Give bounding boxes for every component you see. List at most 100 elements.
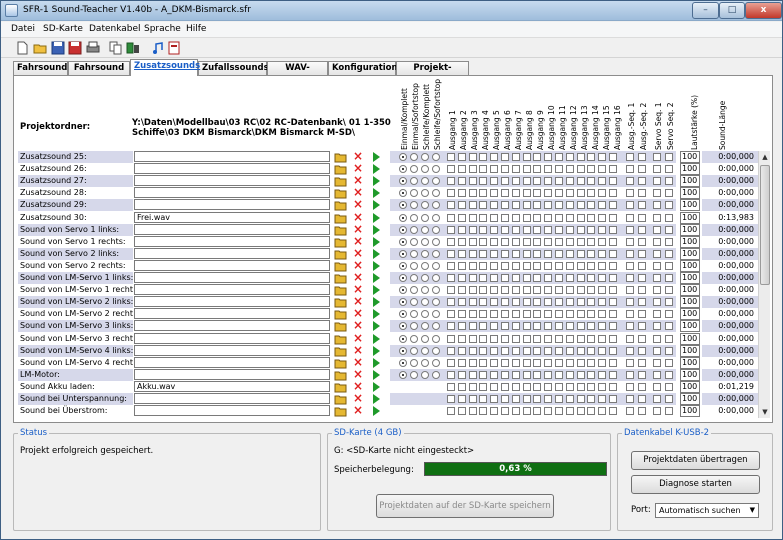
play-mode-radio[interactable] [432, 165, 440, 174]
output-checkbox[interactable] [457, 261, 466, 270]
output-checkbox[interactable] [490, 165, 499, 174]
output-checkbox[interactable] [544, 346, 553, 355]
sound-file-input[interactable] [134, 344, 330, 356]
play-icon[interactable] [370, 333, 382, 345]
output-checkbox[interactable] [511, 201, 520, 210]
volume-input[interactable]: 100 [680, 393, 700, 405]
output-checkbox[interactable] [555, 201, 563, 210]
volume-input[interactable]: 100 [680, 223, 700, 236]
output-checkbox[interactable] [609, 201, 617, 210]
output-checkbox[interactable] [511, 334, 520, 343]
output-checkbox[interactable] [576, 395, 585, 403]
output-checkbox[interactable] [565, 322, 574, 331]
output-checkbox[interactable] [576, 189, 585, 198]
open-folder-icon[interactable] [334, 345, 347, 357]
output-checkbox[interactable] [457, 237, 466, 246]
output-checkbox[interactable] [479, 382, 488, 391]
output-seq-checkbox[interactable] [638, 237, 646, 246]
output-checkbox[interactable] [511, 213, 520, 222]
output-checkbox[interactable] [533, 274, 542, 282]
scroll-up-arrow-icon[interactable]: ▲ [759, 151, 771, 163]
servo-seq-checkbox[interactable] [665, 298, 673, 307]
output-checkbox[interactable] [468, 189, 477, 198]
output-checkbox[interactable] [576, 310, 585, 319]
play-mode-radio[interactable] [421, 249, 429, 258]
output-checkbox[interactable] [555, 153, 563, 161]
output-checkbox[interactable] [501, 274, 509, 282]
output-checkbox[interactable] [587, 286, 596, 295]
servo-seq-checkbox[interactable] [653, 249, 661, 258]
play-mode-radio[interactable] [432, 249, 440, 258]
output-checkbox[interactable] [533, 395, 542, 403]
output-checkbox[interactable] [490, 201, 499, 210]
play-mode-radio[interactable] [410, 237, 418, 246]
output-checkbox[interactable] [490, 189, 499, 198]
output-checkbox[interactable] [544, 177, 553, 186]
output-checkbox[interactable] [576, 165, 585, 174]
servo-seq-checkbox[interactable] [665, 286, 673, 295]
open-folder-icon[interactable] [334, 333, 347, 345]
play-mode-radio[interactable] [410, 261, 418, 270]
output-checkbox[interactable] [490, 237, 499, 246]
output-checkbox[interactable] [457, 225, 466, 234]
output-checkbox[interactable] [555, 261, 563, 270]
output-checkbox[interactable] [609, 286, 617, 295]
output-checkbox[interactable] [587, 298, 596, 307]
output-checkbox[interactable] [490, 177, 499, 186]
play-mode-radio[interactable] [421, 358, 429, 367]
servo-seq-checkbox[interactable] [653, 334, 661, 343]
output-checkbox[interactable] [533, 249, 542, 258]
servo-seq-checkbox[interactable] [653, 213, 661, 222]
output-checkbox[interactable] [565, 201, 574, 210]
output-seq-checkbox[interactable] [626, 249, 634, 258]
output-checkbox[interactable] [457, 310, 466, 319]
servo-seq-checkbox[interactable] [665, 395, 673, 403]
output-checkbox[interactable] [511, 249, 520, 258]
output-checkbox[interactable] [609, 310, 617, 319]
output-checkbox[interactable] [501, 310, 509, 319]
volume-input[interactable]: 100 [680, 332, 700, 345]
output-checkbox[interactable] [457, 201, 466, 210]
output-checkbox[interactable] [533, 310, 542, 319]
play-mode-radio[interactable] [410, 189, 418, 198]
output-checkbox[interactable] [511, 358, 520, 367]
servo-seq-checkbox[interactable] [653, 189, 661, 198]
output-checkbox[interactable] [447, 213, 455, 222]
output-checkbox[interactable] [511, 286, 520, 295]
servo-seq-checkbox[interactable] [653, 261, 661, 270]
servo-seq-checkbox[interactable] [653, 358, 661, 367]
play-mode-radio[interactable] [421, 189, 429, 198]
title-bar[interactable]: SFR-1 Sound-Teacher V1.40b - A_DKM-Bisma… [1, 1, 782, 21]
output-checkbox[interactable] [609, 346, 617, 355]
output-checkbox[interactable] [490, 286, 499, 295]
play-mode-radio[interactable] [399, 177, 407, 186]
play-icon[interactable] [370, 345, 382, 357]
output-seq-checkbox[interactable] [638, 274, 646, 282]
output-checkbox[interactable] [533, 225, 542, 234]
output-checkbox[interactable] [501, 237, 509, 246]
output-checkbox[interactable] [587, 358, 596, 367]
maximize-button[interactable]: □ [719, 2, 745, 19]
output-checkbox[interactable] [490, 382, 499, 391]
servo-seq-checkbox[interactable] [665, 201, 673, 210]
servo-seq-checkbox[interactable] [665, 165, 673, 174]
output-checkbox[interactable] [522, 177, 531, 186]
output-checkbox[interactable] [468, 322, 477, 331]
play-mode-radio[interactable] [421, 213, 429, 222]
output-seq-checkbox[interactable] [626, 189, 634, 198]
output-checkbox[interactable] [490, 153, 499, 161]
open-folder-icon[interactable] [334, 308, 347, 320]
play-mode-radio[interactable] [421, 225, 429, 234]
output-checkbox[interactable] [468, 346, 477, 355]
servo-seq-checkbox[interactable] [665, 249, 673, 258]
output-checkbox[interactable] [490, 322, 499, 331]
output-checkbox[interactable] [576, 201, 585, 210]
output-checkbox[interactable] [501, 261, 509, 270]
play-icon[interactable] [370, 187, 382, 199]
play-mode-radio[interactable] [421, 261, 429, 270]
output-checkbox[interactable] [447, 189, 455, 198]
output-seq-checkbox[interactable] [638, 165, 646, 174]
output-seq-checkbox[interactable] [638, 261, 646, 270]
play-mode-radio[interactable] [399, 334, 407, 343]
output-checkbox[interactable] [501, 225, 509, 234]
